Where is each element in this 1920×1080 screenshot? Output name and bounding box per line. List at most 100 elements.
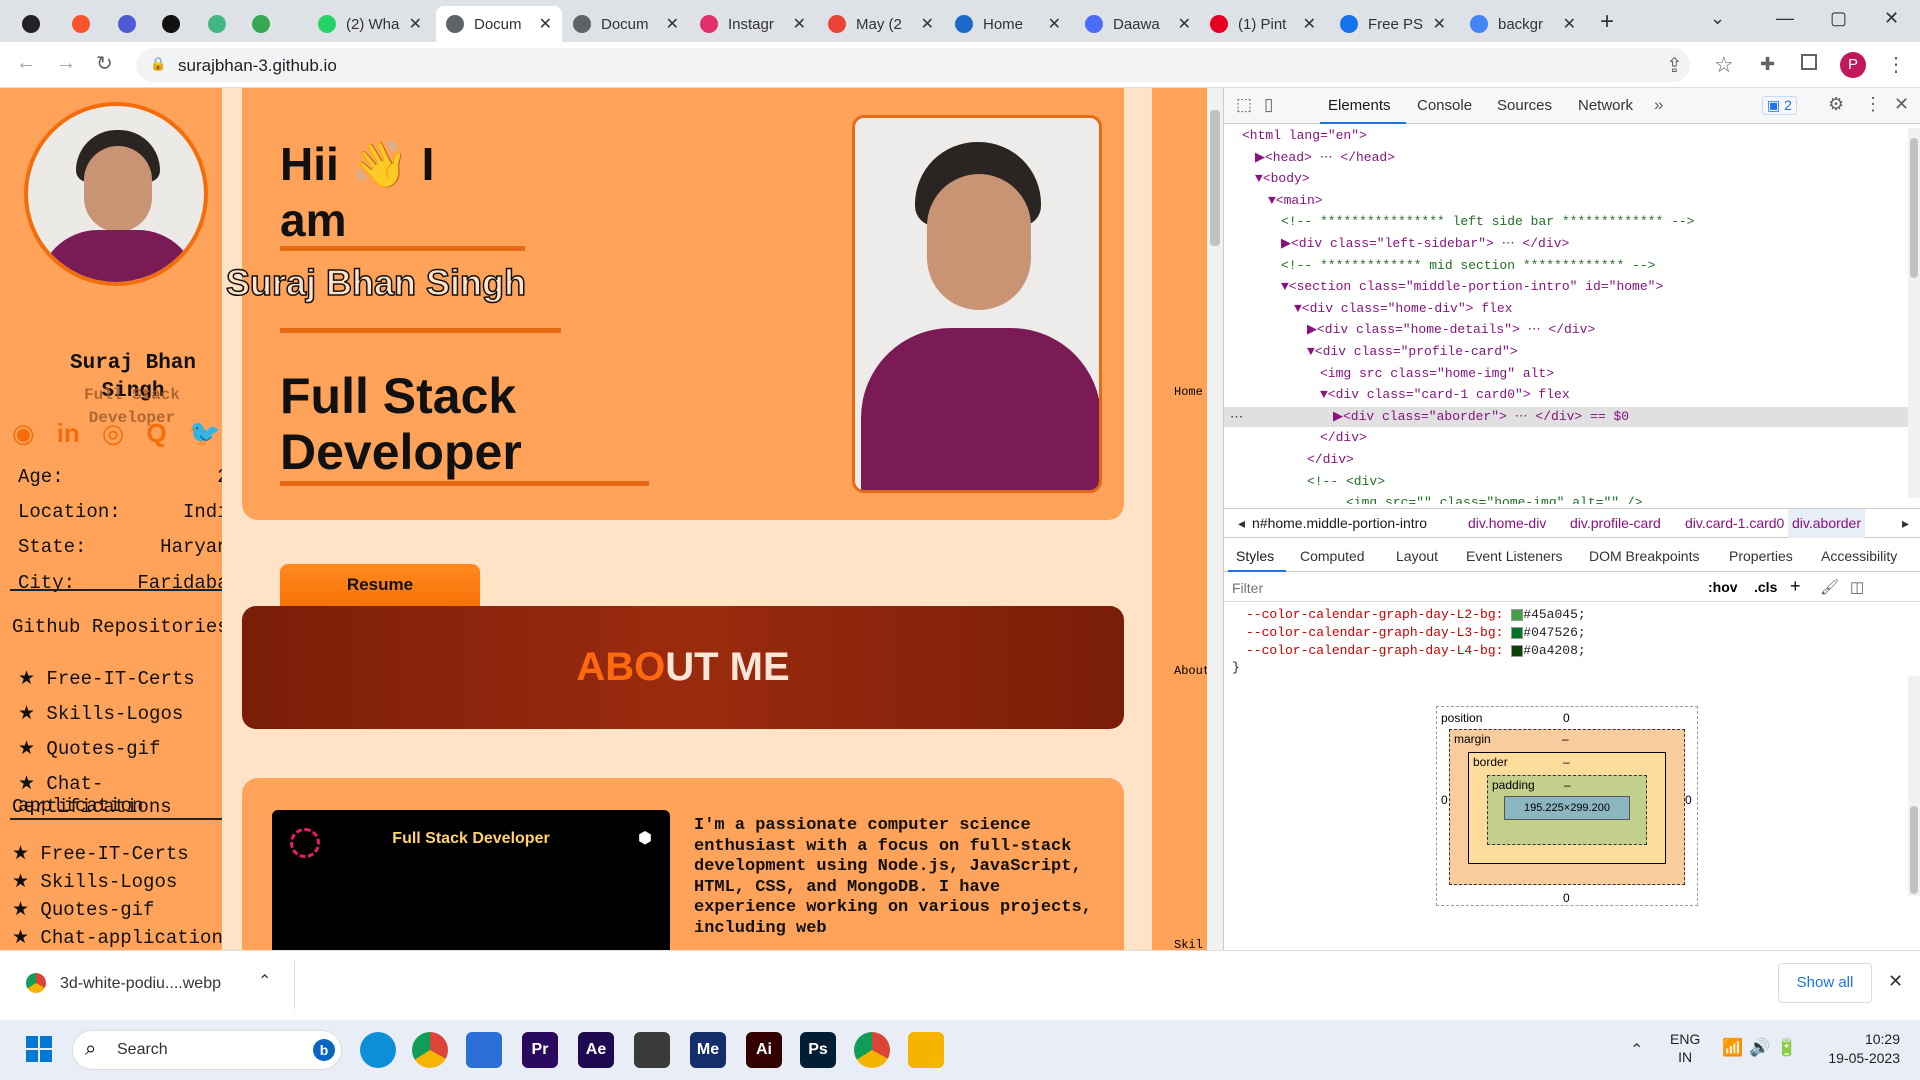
close-tab-icon[interactable]: ✕ <box>539 14 552 34</box>
dom-node[interactable]: ▶<div class="left-sidebar"> ⋯ </div> <box>1281 236 1569 251</box>
close-tab-icon[interactable]: ✕ <box>409 14 422 34</box>
dom-node[interactable]: ▼<main> <box>1268 193 1323 208</box>
repo-link[interactable]: ★ Skills-Logos <box>18 697 195 732</box>
browser-tab[interactable] <box>108 6 140 42</box>
close-tab-icon[interactable]: ✕ <box>666 14 679 34</box>
browser-tab[interactable]: May (2 ✕ <box>818 6 944 42</box>
devtools-tab-network[interactable]: Network <box>1578 97 1633 114</box>
lock-icon[interactable]: 🔒 <box>150 56 166 72</box>
breadcrumb-right-icon[interactable]: ▸ <box>1902 509 1909 538</box>
device-toolbar-icon[interactable]: ▯ <box>1264 95 1273 115</box>
browser-tab[interactable]: Home ✕ <box>945 6 1071 42</box>
close-tab-icon[interactable]: ✕ <box>793 14 806 34</box>
close-tab-icon[interactable]: ✕ <box>1303 14 1316 34</box>
dom-node[interactable]: <html lang="en"> <box>1242 128 1367 143</box>
omnibox[interactable]: 🔒 surajbhan-3.github.io ⇪ <box>136 48 1690 82</box>
tab-search-icon[interactable]: ⌄ <box>1710 8 1725 29</box>
profile-avatar[interactable]: P <box>1840 52 1866 78</box>
repo-link[interactable]: ★ Quotes-gif <box>18 732 195 767</box>
side-panel-icon[interactable] <box>1801 54 1817 70</box>
devtools-tab-elements[interactable]: Elements <box>1328 97 1391 114</box>
illustrator-icon[interactable]: Ai <box>746 1032 782 1068</box>
styles-filter-input[interactable] <box>1232 577 1702 599</box>
share-icon[interactable]: ⇪ <box>1666 53 1683 78</box>
show-hidden-icons[interactable]: ⌃ <box>1630 1040 1643 1060</box>
browser-tab[interactable]: backgr ✕ <box>1460 6 1586 42</box>
new-rule-icon[interactable]: + <box>1790 576 1801 597</box>
close-tab-icon[interactable]: ✕ <box>1433 14 1446 34</box>
close-tab-icon[interactable]: ✕ <box>1178 14 1191 34</box>
cert-link[interactable]: ★ Quotes-gif <box>12 896 223 924</box>
devtools-menu-icon[interactable]: ⋮ <box>1864 94 1882 115</box>
close-download-bar-icon[interactable]: ✕ <box>1888 971 1903 992</box>
page-scrollbar[interactable] <box>1207 88 1223 950</box>
github-icon[interactable]: ◉ <box>12 418 35 449</box>
styles-tab[interactable]: Styles <box>1236 540 1274 572</box>
clock[interactable]: 10:29 19-05-2023 <box>1820 1030 1900 1068</box>
breadcrumb-item[interactable]: div.profile-card <box>1570 509 1661 538</box>
dom-node[interactable]: ▶<div class="aborder"> ⋯ </div> == $0 <box>1333 409 1629 424</box>
properties-tab[interactable]: Properties <box>1729 540 1793 572</box>
dom-node[interactable]: <img src class="home-img" alt> <box>1320 366 1554 381</box>
dom-node[interactable]: ▶<div class="home-details"> ⋯ </div> <box>1307 322 1595 337</box>
dom-node[interactable]: ▼<section class="middle-portion-intro" i… <box>1281 279 1663 294</box>
browser-tab[interactable] <box>12 6 44 42</box>
repo-link[interactable]: ★ Free-IT-Certs <box>18 662 195 697</box>
instagram-icon[interactable]: ◎ <box>102 418 125 449</box>
browser-tab[interactable] <box>198 6 230 42</box>
about-video[interactable]: Full Stack Developer ⬢ <box>272 810 670 950</box>
browser-tab[interactable]: Daawa ✕ <box>1075 6 1201 42</box>
store-icon[interactable] <box>466 1032 502 1068</box>
new-tab-icon[interactable]: + <box>1600 8 1614 36</box>
download-filename[interactable]: 3d-white-podiu....webp <box>60 975 221 993</box>
quora-icon[interactable]: Q <box>146 418 166 449</box>
cls-toggle[interactable]: .cls <box>1754 579 1777 595</box>
taskbar-search[interactable]: ⌕ Search b <box>72 1030 342 1070</box>
photoshop-icon[interactable]: Ps <box>800 1032 836 1068</box>
media-encoder-icon[interactable]: Me <box>690 1032 726 1068</box>
page-scrollbar-thumb[interactable] <box>1210 110 1220 246</box>
dom-node[interactable]: ▼<div class="profile-card"> <box>1307 344 1518 359</box>
cert-link[interactable]: ★ Free-IT-Certs <box>12 840 223 868</box>
reload-icon[interactable]: ↻ <box>96 51 113 76</box>
inspect-element-icon[interactable]: ⬚ <box>1236 95 1252 115</box>
language-indicator[interactable]: ENG IN <box>1670 1030 1700 1066</box>
browser-tab[interactable]: Instagr ✕ <box>690 6 816 42</box>
dom-row-more-icon[interactable]: ⋯ <box>1230 409 1243 425</box>
nav-home[interactable]: Home <box>1174 385 1203 399</box>
browser-tab[interactable]: Free PS ✕ <box>1330 6 1456 42</box>
browser-tab[interactable]: Docum ✕ <box>563 6 689 42</box>
edge-icon[interactable] <box>360 1032 396 1068</box>
premiere-icon[interactable]: Pr <box>522 1032 558 1068</box>
accessibility-tab[interactable]: Accessibility <box>1821 540 1897 572</box>
issues-badge[interactable]: ▣ 2 <box>1762 96 1797 115</box>
maximize-icon[interactable]: ▢ <box>1830 8 1847 29</box>
extensions-icon[interactable]: ✚ <box>1760 54 1775 75</box>
close-tab-icon[interactable]: ✕ <box>1048 14 1061 34</box>
browser-tab[interactable]: (2) Wha ✕ <box>308 6 432 42</box>
computed-tab[interactable]: Computed <box>1300 540 1365 572</box>
dom-node[interactable]: ▼<body> <box>1255 171 1310 186</box>
event-listeners-tab[interactable]: Event Listeners <box>1466 540 1563 572</box>
forward-icon[interactable]: → <box>56 52 76 75</box>
more-tabs-icon[interactable]: » <box>1654 95 1663 115</box>
back-icon[interactable]: ← <box>16 52 36 75</box>
dom-node[interactable]: ▼<div class="card-1 card0"> flex <box>1320 387 1570 402</box>
browser-tab[interactable] <box>242 6 274 42</box>
linkedin-icon[interactable]: in <box>57 418 80 449</box>
file-explorer-icon[interactable] <box>908 1032 944 1068</box>
after-effects-icon[interactable]: Ae <box>578 1032 614 1068</box>
chrome-icon[interactable] <box>412 1032 448 1068</box>
video-settings-icon[interactable]: ⬢ <box>638 828 652 848</box>
dom-node[interactable]: <img src="" class="home-img" alt="" /> <box>1346 495 1642 504</box>
dom-breakpoints-tab[interactable]: DOM Breakpoints <box>1589 540 1699 572</box>
dom-scrollbar[interactable] <box>1908 128 1920 498</box>
paint-icon[interactable]: 🖌 <box>1820 578 1839 596</box>
cert-link[interactable]: ★ Chat-application <box>12 924 223 950</box>
browser-tab[interactable] <box>62 6 94 42</box>
close-window-icon[interactable]: ✕ <box>1884 8 1899 29</box>
dom-node[interactable]: <!-- **************** left side bar ****… <box>1281 214 1694 229</box>
browser-tab[interactable]: (1) Pint ✕ <box>1200 6 1326 42</box>
davinci-icon[interactable] <box>634 1032 670 1068</box>
dom-node[interactable]: <!-- ************* mid section *********… <box>1281 258 1655 273</box>
